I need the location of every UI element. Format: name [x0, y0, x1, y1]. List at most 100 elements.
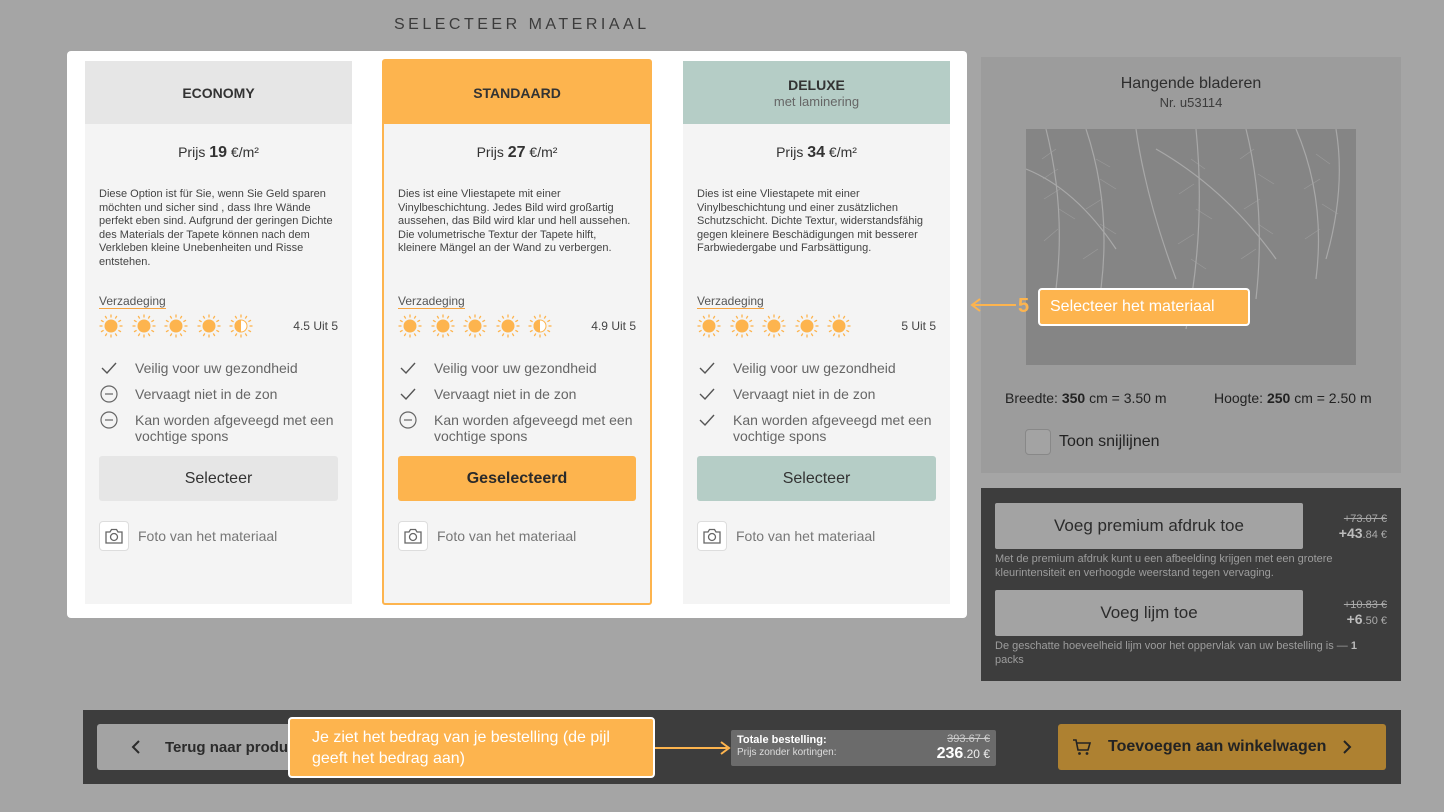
sun-rating-icon — [99, 314, 123, 338]
card-title: ECONOMY — [182, 84, 255, 101]
rating-label: Verzadeging — [697, 294, 764, 309]
sun-rating-icon — [827, 314, 851, 338]
rating-score: 4.9 Uit 5 — [591, 319, 636, 333]
product-title: Hangende bladeren — [1120, 75, 1262, 92]
material-photo-link[interactable]: Foto van het materiaal — [697, 521, 936, 551]
card-standaard: STANDAARD Prijs 27 €/m² Dies ist eine Vl… — [382, 59, 652, 605]
camera-icon — [398, 521, 428, 551]
feature-list: Veilig voor uw gezondheid Vervaagt niet … — [398, 360, 636, 444]
total-sub-label: Prijs zonder kortingen: — [737, 747, 837, 758]
card-title: STANDAARD — [473, 84, 561, 101]
premium-note: Met de premium afdruk kunt u een afbeeld… — [995, 553, 1333, 579]
feature-item: Vervaagt niet in de zon — [398, 386, 636, 402]
feature-item: Vervaagt niet in de zon — [99, 385, 338, 403]
card-description: Dies ist eine Vliestapete mit einer Viny… — [398, 188, 631, 255]
rating-label: Verzadeging — [99, 294, 166, 309]
feature-text: Kan worden afgeveegd met een vochtige sp… — [135, 412, 334, 444]
sun-rating-icon — [431, 314, 455, 338]
card-header-standaard: STANDAARD — [384, 61, 650, 124]
sun-rating-icon — [229, 314, 253, 338]
card-economy: ECONOMY Prijs 19 €/m² Diese Option ist f… — [85, 61, 352, 604]
wallpaper-image — [1026, 129, 1356, 365]
photo-link-label: Foto van het materiaal — [437, 528, 577, 544]
feature-item: Veilig voor uw gezondheid — [398, 360, 636, 376]
feature-text: Vervaagt niet in de zon — [733, 386, 876, 402]
card-price: Prijs 27 €/m² — [476, 144, 558, 161]
feature-text: Vervaagt niet in de zon — [434, 386, 577, 402]
sun-rating-icon — [164, 314, 188, 338]
check-icon — [99, 360, 119, 376]
feature-text: Kan worden afgeveegd met een vochtige sp… — [434, 412, 633, 444]
card-description: Dies ist eine Vliestapete mit einer Viny… — [697, 188, 924, 255]
rating-row: 5 Uit 5 — [697, 314, 936, 338]
camera-icon — [99, 521, 129, 551]
back-button[interactable]: Terug naar product — [97, 724, 307, 770]
material-panel: ECONOMY Prijs 19 €/m² Diese Option ist f… — [67, 51, 967, 618]
price-tooltip: Je ziet het bedrag van je bestelling (de… — [288, 717, 655, 778]
total-old-price: 393.67 € — [947, 733, 990, 745]
glue-price: +10.83 € +6.50 € — [1343, 599, 1387, 627]
cutlines-toggle[interactable]: Toon snijlijnen — [1025, 429, 1160, 455]
minus-circle-icon — [398, 411, 418, 429]
add-to-cart-button[interactable]: Toevoegen aan winkelwagen — [1058, 724, 1386, 770]
chevron-left-icon — [131, 739, 141, 755]
photo-link-label: Foto van het materiaal — [736, 528, 876, 544]
sun-rating-icon — [528, 314, 552, 338]
cutlines-checkbox[interactable] — [1025, 429, 1051, 455]
feature-item: Veilig voor uw gezondheid — [697, 360, 936, 376]
card-price: Prijs 19 €/m² — [178, 144, 259, 161]
select-button-standaard[interactable]: Geselecteerd — [398, 456, 636, 501]
feature-item: Veilig voor uw gezondheid — [99, 360, 338, 376]
material-photo-link[interactable]: Foto van het materiaal — [398, 521, 636, 551]
width-info: Breedte: 350 cm = 3.50 m — [1005, 390, 1167, 406]
feature-item: Vervaagt niet in de zon — [697, 386, 936, 402]
rating-score: 5 Uit 5 — [901, 319, 936, 333]
sun-rating-icon — [197, 314, 221, 338]
sun-rating-icon — [730, 314, 754, 338]
card-title: DELUXE — [788, 76, 845, 93]
minus-circle-icon — [99, 385, 119, 403]
check-icon — [697, 386, 717, 402]
sun-rating-icon — [463, 314, 487, 338]
back-label: Terug naar product — [165, 738, 302, 756]
rating-row: 4.9 Uit 5 — [398, 314, 636, 338]
minus-circle-icon — [99, 411, 119, 429]
cart-icon — [1072, 738, 1092, 756]
addons-panel: Voeg premium afdruk toe +73.07 € +43.84 … — [981, 488, 1401, 681]
select-button-economy[interactable]: Selecteer — [99, 456, 338, 501]
feature-item: Kan worden afgeveegd met een vochtige sp… — [697, 412, 936, 444]
card-description: Diese Option ist für Sie, wenn Sie Geld … — [99, 188, 333, 268]
sun-rating-icon — [762, 314, 786, 338]
feature-item: Kan worden afgeveegd met een vochtige sp… — [398, 411, 636, 444]
feature-list: Veilig voor uw gezondheid Vervaagt niet … — [99, 360, 338, 444]
total-price: 236.20 € — [936, 745, 990, 762]
card-header-economy: ECONOMY — [85, 61, 352, 124]
add-premium-button[interactable]: Voeg premium afdruk toe — [995, 503, 1303, 549]
check-icon — [697, 360, 717, 376]
sun-rating-icon — [398, 314, 422, 338]
card-deluxe: DELUXE met laminering Prijs 34 €/m² Dies… — [683, 61, 950, 604]
sun-rating-icon — [795, 314, 819, 338]
sun-rating-icon — [697, 314, 721, 338]
step-arrow-icon — [970, 298, 1016, 312]
card-price: Prijs 34 €/m² — [776, 144, 857, 161]
product-preview: Hangende bladeren Nr. u53114 Breedte: 35… — [981, 57, 1401, 473]
chevron-right-icon — [1342, 739, 1352, 755]
cutlines-label: Toon snijlijnen — [1059, 433, 1160, 450]
order-total: Totale bestelling: Prijs zonder kortinge… — [731, 730, 996, 766]
check-icon — [398, 360, 418, 376]
price-arrow-icon — [655, 741, 731, 755]
feature-text: Vervaagt niet in de zon — [135, 386, 278, 402]
sun-rating-icon — [496, 314, 520, 338]
rating-row: 4.5 Uit 5 — [99, 314, 338, 338]
add-glue-button[interactable]: Voeg lijm toe — [995, 590, 1303, 636]
select-button-deluxe[interactable]: Selecteer — [697, 456, 936, 501]
rating-label: Verzadeging — [398, 294, 465, 309]
total-label: Totale bestelling: — [737, 734, 827, 746]
premium-price: +73.07 € +43.84 € — [1338, 513, 1387, 541]
material-photo-link[interactable]: Foto van het materiaal — [99, 521, 338, 551]
product-number: Nr. u53114 — [1159, 95, 1223, 110]
camera-icon — [697, 521, 727, 551]
section-heading: SELECTEER MATERIAAL — [394, 16, 650, 33]
cart-label: Toevoegen aan winkelwagen — [1108, 738, 1327, 755]
